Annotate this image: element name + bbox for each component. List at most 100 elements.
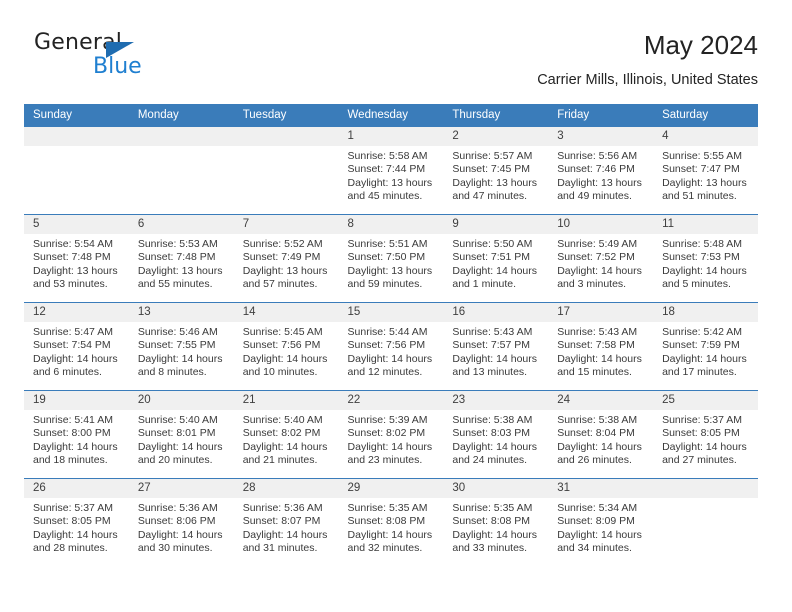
day-cell[interactable]: 14 Sunrise: 5:45 AM Sunset: 7:56 PM Dayligh… — [233, 302, 339, 391]
daylight-text-line2: and 32 minutes. — [347, 542, 423, 555]
daylight-text-line1: Daylight: 13 hours — [662, 176, 747, 189]
daylight-text-line2: and 55 minutes. — [137, 278, 213, 291]
daylight-text-line1: Daylight: 14 hours — [662, 352, 747, 365]
day-cell[interactable]: 16 Sunrise: 5:43 AM Sunset: 7:57 PM Dayligh… — [443, 302, 549, 391]
day-cell[interactable]: 25 Sunrise: 5:37 AM Sunset: 8:05 PM Dayligh… — [653, 390, 758, 479]
day-cell-empty — [233, 126, 339, 215]
daylight-text-line2: and 23 minutes. — [347, 454, 423, 467]
day-cell[interactable]: 5 Sunrise: 5:54 AM Sunset: 7:48 PM Daylight… — [24, 214, 129, 303]
day-cell[interactable]: 6 Sunrise: 5:53 AM Sunset: 7:48 PM Daylight… — [128, 214, 234, 303]
day-number: 10 — [548, 215, 654, 234]
day-cell[interactable]: 30 Sunrise: 5:35 AM Sunset: 8:08 PM Dayligh… — [443, 478, 549, 567]
daylight-text-line2: and 45 minutes. — [347, 190, 423, 203]
sunrise-text: Sunrise: 5:57 AM — [452, 150, 533, 162]
day-cell[interactable]: 19 Sunrise: 5:41 AM Sunset: 8:00 PM Dayligh… — [24, 390, 129, 479]
day-number: 18 — [653, 303, 758, 322]
sunset-text: Sunset: 7:53 PM — [662, 251, 740, 264]
page-subtitle: Carrier Mills, Illinois, United States — [537, 72, 758, 88]
daylight-text-line1: Daylight: 14 hours — [452, 440, 538, 453]
daylight-text-line1: Daylight: 14 hours — [662, 264, 747, 277]
day-cell-empty — [24, 126, 129, 215]
day-cell[interactable]: 2 Sunrise: 5:57 AM Sunset: 7:45 PM Daylight… — [443, 126, 549, 215]
day-cell[interactable]: 22 Sunrise: 5:39 AM Sunset: 8:02 PM Dayligh… — [338, 390, 444, 479]
daylight-text-line1: Daylight: 14 hours — [347, 528, 433, 541]
day-details: Sunrise: 5:50 AM Sunset: 7:51 PM Daylight:… — [443, 234, 548, 292]
day-cell[interactable]: 21 Sunrise: 5:40 AM Sunset: 8:02 PM Dayligh… — [233, 390, 339, 479]
sunrise-text: Sunrise: 5:36 AM — [137, 502, 218, 514]
daylight-text-line1: Daylight: 14 hours — [242, 352, 328, 365]
sunrise-text: Sunrise: 5:54 AM — [33, 238, 113, 250]
day-number: 11 — [653, 215, 758, 234]
daylight-text-line1: Daylight: 13 hours — [347, 264, 433, 277]
calendar-week-row: 19 Sunrise: 5:41 AM Sunset: 8:00 PM Dayligh… — [24, 390, 758, 479]
daylight-text-line2: and 5 minutes. — [662, 278, 731, 291]
sunrise-text: Sunrise: 5:38 AM — [557, 414, 638, 426]
sunrise-text: Sunrise: 5:44 AM — [347, 326, 428, 338]
sunset-text: Sunset: 7:59 PM — [662, 339, 740, 352]
day-cell[interactable]: 12 Sunrise: 5:47 AM Sunset: 7:54 PM Dayligh… — [24, 302, 129, 391]
sunset-text: Sunset: 8:07 PM — [242, 515, 321, 528]
day-cell[interactable]: 9 Sunrise: 5:50 AM Sunset: 7:51 PM Daylight… — [443, 214, 549, 303]
sunrise-text: Sunrise: 5:35 AM — [452, 502, 533, 514]
daylight-text-line2: and 47 minutes. — [452, 190, 528, 203]
daylight-text-line2: and 34 minutes. — [557, 542, 632, 555]
day-cell[interactable]: 26 Sunrise: 5:37 AM Sunset: 8:05 PM Dayligh… — [24, 478, 129, 567]
calendar-page: General Blue May 2024 Carrier Mills, Ill… — [0, 0, 792, 612]
daylight-text-line1: Daylight: 14 hours — [242, 440, 328, 453]
sunset-text: Sunset: 7:45 PM — [452, 163, 531, 176]
daylight-text-line1: Daylight: 13 hours — [137, 264, 223, 277]
day-cell[interactable]: 31 Sunrise: 5:34 AM Sunset: 8:09 PM Dayligh… — [548, 478, 654, 567]
day-cell-empty — [653, 478, 758, 567]
daylight-text-line2: and 30 minutes. — [137, 542, 213, 555]
day-number: 25 — [653, 391, 758, 410]
daylight-text-line2: and 51 minutes. — [662, 190, 737, 203]
day-cell[interactable]: 15 Sunrise: 5:44 AM Sunset: 7:56 PM Dayligh… — [338, 302, 444, 391]
calendar-week-row: 12 Sunrise: 5:47 AM Sunset: 7:54 PM Dayligh… — [24, 302, 758, 391]
daylight-text-line2: and 6 minutes. — [33, 366, 102, 379]
daylight-text-line2: and 53 minutes. — [33, 278, 108, 291]
sunset-text: Sunset: 7:50 PM — [347, 251, 426, 264]
day-number: 30 — [443, 479, 549, 498]
daylight-text-line1: Daylight: 13 hours — [242, 264, 328, 277]
day-cell[interactable]: 17 Sunrise: 5:43 AM Sunset: 7:58 PM Dayligh… — [548, 302, 654, 391]
day-cell[interactable]: 13 Sunrise: 5:46 AM Sunset: 7:55 PM Dayligh… — [128, 302, 234, 391]
day-cell[interactable]: 18 Sunrise: 5:42 AM Sunset: 7:59 PM Dayligh… — [653, 302, 758, 391]
daylight-text-line2: and 59 minutes. — [347, 278, 423, 291]
logo-text-blue: Blue — [93, 54, 142, 79]
day-number: 16 — [443, 303, 549, 322]
day-details: Sunrise: 5:43 AM Sunset: 7:57 PM Daylight:… — [443, 322, 548, 380]
day-details: Sunrise: 5:36 AM Sunset: 8:07 PM Daylight:… — [234, 498, 339, 556]
day-cell[interactable]: 24 Sunrise: 5:38 AM Sunset: 8:04 PM Dayligh… — [548, 390, 654, 479]
day-number: 28 — [233, 479, 339, 498]
daylight-text-line1: Daylight: 14 hours — [452, 528, 538, 541]
day-cell[interactable]: 27 Sunrise: 5:36 AM Sunset: 8:06 PM Dayligh… — [128, 478, 234, 567]
day-details: Sunrise: 5:54 AM Sunset: 7:48 PM Daylight:… — [24, 234, 129, 292]
day-cell[interactable]: 10 Sunrise: 5:49 AM Sunset: 7:52 PM Dayligh… — [548, 214, 654, 303]
day-number: 4 — [653, 127, 758, 146]
logo[interactable]: General Blue — [34, 30, 264, 88]
day-cell[interactable]: 4 Sunrise: 5:55 AM Sunset: 7:47 PM Daylight… — [653, 126, 758, 215]
day-cell[interactable]: 1 Sunrise: 5:58 AM Sunset: 7:44 PM Daylight… — [338, 126, 444, 215]
day-number: 8 — [338, 215, 444, 234]
calendar-week-row: 26 Sunrise: 5:37 AM Sunset: 8:05 PM Dayligh… — [24, 478, 758, 567]
day-cell[interactable]: 3 Sunrise: 5:56 AM Sunset: 7:46 PM Daylight… — [548, 126, 654, 215]
day-cell[interactable]: 7 Sunrise: 5:52 AM Sunset: 7:49 PM Daylight… — [233, 214, 339, 303]
daylight-text-line1: Daylight: 13 hours — [347, 176, 433, 189]
sunrise-text: Sunrise: 5:39 AM — [347, 414, 428, 426]
day-cell[interactable]: 8 Sunrise: 5:51 AM Sunset: 7:50 PM Daylight… — [338, 214, 444, 303]
day-cell[interactable]: 29 Sunrise: 5:35 AM Sunset: 8:08 PM Dayligh… — [338, 478, 444, 567]
sunrise-text: Sunrise: 5:37 AM — [662, 414, 743, 426]
day-cell[interactable]: 11 Sunrise: 5:48 AM Sunset: 7:53 PM Dayligh… — [653, 214, 758, 303]
sunrise-text: Sunrise: 5:40 AM — [137, 414, 218, 426]
sunset-text: Sunset: 8:02 PM — [347, 427, 426, 440]
calendar-table: Sunday Monday Tuesday Wednesday Thursday… — [24, 104, 758, 567]
day-cell[interactable]: 20 Sunrise: 5:40 AM Sunset: 8:01 PM Dayligh… — [128, 390, 234, 479]
sunset-text: Sunset: 8:06 PM — [137, 515, 216, 528]
daylight-text-line1: Daylight: 14 hours — [557, 352, 642, 365]
page-title: May 2024 — [643, 30, 758, 60]
day-details: Sunrise: 5:35 AM Sunset: 8:08 PM Daylight:… — [339, 498, 444, 556]
day-cell[interactable]: 28 Sunrise: 5:36 AM Sunset: 8:07 PM Dayligh… — [233, 478, 339, 567]
day-number — [128, 127, 234, 146]
daylight-text-line1: Daylight: 14 hours — [347, 440, 433, 453]
day-cell[interactable]: 23 Sunrise: 5:38 AM Sunset: 8:03 PM Dayligh… — [443, 390, 549, 479]
